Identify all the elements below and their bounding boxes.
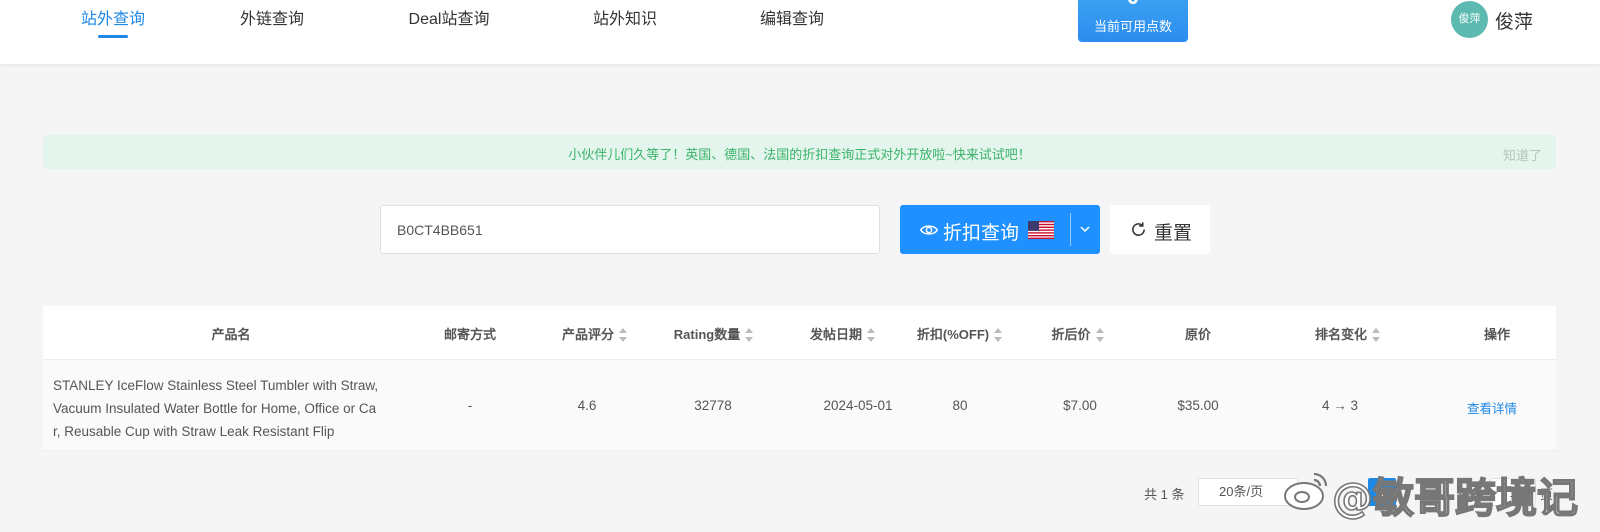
table-header: 产品名 邮寄方式 产品评分 Rating数量 发帖日期 折扣(%OFF) 折后价… xyxy=(43,306,1556,360)
eye-icon xyxy=(920,225,938,235)
us-flag-icon xyxy=(1028,221,1054,239)
discount-query-button[interactable]: 折扣查询 xyxy=(900,205,1100,254)
nav-item-offsite-query[interactable]: 站外查询 xyxy=(74,0,152,40)
cell-post-date: 2024-05-01 xyxy=(823,398,893,413)
sort-icon[interactable] xyxy=(1095,327,1105,342)
top-header: 站外查询 外链查询 Deal站查询 站外知识 编辑查询 0 当前可用点数 俊萍 … xyxy=(0,0,1600,64)
column-header-discount[interactable]: 折扣(%OFF) xyxy=(895,324,1025,343)
nav-item-label: 外链查询 xyxy=(239,11,304,28)
column-header-rating-count[interactable]: Rating数量 xyxy=(644,324,784,343)
cell-sale-price: $7.00 xyxy=(1063,398,1097,413)
nav-item-backlink-query[interactable]: 外链查询 xyxy=(233,0,311,40)
sort-icon[interactable] xyxy=(619,327,628,342)
username[interactable]: 俊萍 xyxy=(1495,7,1533,34)
nav-item-label: 站外查询 xyxy=(80,11,145,28)
sort-icon[interactable] xyxy=(1372,327,1381,342)
table-row: STANLEY IceFlow Stainless Steel Tumbler … xyxy=(43,360,1556,451)
column-header-actions: 操作 xyxy=(1483,327,1510,342)
sort-icon[interactable] xyxy=(994,327,1003,342)
button-divider xyxy=(1070,213,1071,246)
points-label: 当前可用点数 xyxy=(1093,19,1172,34)
nav-item-label: Deal站查询 xyxy=(408,11,490,28)
reset-label: 重置 xyxy=(1154,223,1193,244)
nav-item-offsite-knowledge[interactable]: 站外知识 xyxy=(586,0,664,40)
pagination-total: 共 1 条 xyxy=(1144,487,1185,502)
nav-item-label: 编辑查询 xyxy=(759,11,824,28)
column-header-product-name: 产品名 xyxy=(211,327,251,342)
weibo-logo-icon xyxy=(1284,472,1328,510)
points-value: 0 xyxy=(1078,0,1188,10)
discount-query-label: 折扣查询 xyxy=(943,223,1020,244)
chevron-down-icon[interactable] xyxy=(1079,223,1091,235)
asin-search-input[interactable] xyxy=(380,205,880,254)
column-header-sale-price[interactable]: 折后价 xyxy=(1023,324,1133,343)
cell-shipping: - xyxy=(467,398,473,413)
notice-dismiss-button[interactable]: 知道了 xyxy=(1503,145,1542,164)
reset-button[interactable]: 重置 xyxy=(1110,205,1210,254)
cell-rank-change: 4 → 3 xyxy=(1321,398,1359,413)
active-nav-indicator xyxy=(98,35,128,38)
cell-discount: 80 xyxy=(952,398,968,413)
sort-icon[interactable] xyxy=(867,327,876,342)
avatar[interactable]: 俊萍 xyxy=(1451,1,1488,38)
sort-icon[interactable] xyxy=(745,327,754,342)
nav-item-deal-site-query[interactable]: Deal站查询 xyxy=(404,0,494,40)
refresh-icon xyxy=(1132,222,1145,236)
available-points-badge[interactable]: 0 当前可用点数 xyxy=(1078,0,1188,42)
cell-rating: 4.6 xyxy=(577,398,597,413)
nav-item-label: 站外知识 xyxy=(592,11,657,28)
column-header-rating[interactable]: 产品评分 xyxy=(535,324,655,343)
watermark-text: @敏哥跨境记 xyxy=(1331,473,1579,523)
notice-text: 小伙伴儿们久等了！英国、德国、法国的折扣查询正式对外开放啦~快来试试吧！ xyxy=(568,147,1031,162)
cell-product-name: STANLEY IceFlow Stainless Steel Tumbler … xyxy=(53,378,379,439)
watermark: @敏哥跨境记 xyxy=(1282,460,1582,523)
notice-banner: 小伙伴儿们久等了！英国、德国、法国的折扣查询正式对外开放啦~快来试试吧！ 知道了 xyxy=(43,135,1556,169)
column-header-rank-change[interactable]: 排名变化 xyxy=(1283,324,1413,343)
cell-rating-count: 32778 xyxy=(694,398,732,413)
column-header-shipping: 邮寄方式 xyxy=(443,327,496,342)
results-table: 产品名 邮寄方式 产品评分 Rating数量 发帖日期 折扣(%OFF) 折后价… xyxy=(43,306,1556,451)
nav-item-editor-query[interactable]: 编辑查询 xyxy=(753,0,831,40)
column-header-post-date[interactable]: 发帖日期 xyxy=(783,324,903,343)
cell-original-price: $35.00 xyxy=(1177,398,1219,413)
column-header-original-price: 原价 xyxy=(1184,327,1211,342)
view-details-link[interactable]: 查看详情 xyxy=(1457,398,1527,417)
